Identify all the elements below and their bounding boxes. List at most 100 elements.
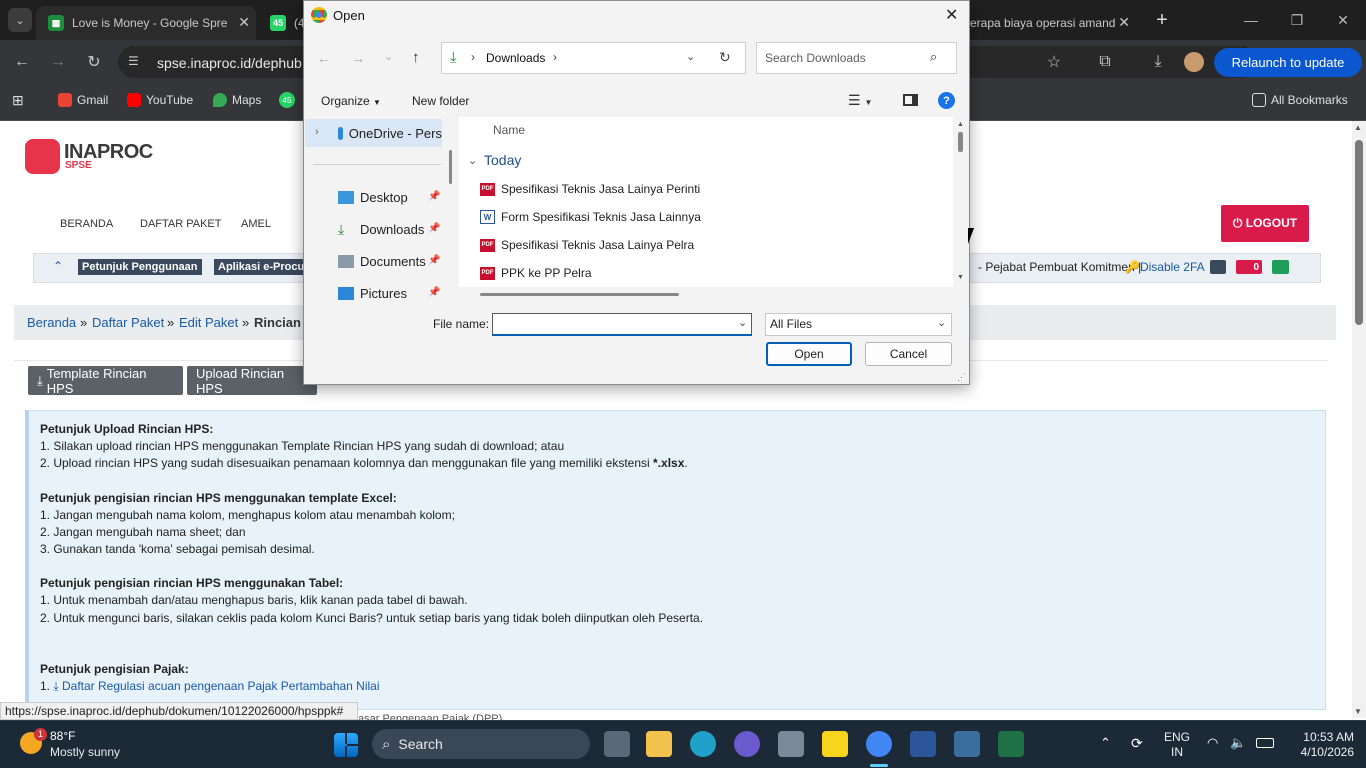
crumb-daftar-paket[interactable]: Daftar Paket xyxy=(92,315,164,330)
expand-chevron-icon[interactable]: › xyxy=(315,126,319,138)
dialog-back-icon[interactable]: ← xyxy=(317,50,331,66)
template-rincian-button[interactable]: ⤓ Template Rincian HPS xyxy=(28,366,183,396)
view-options-icon[interactable]: ☰ ▼ xyxy=(848,92,872,109)
copilot-icon[interactable] xyxy=(734,731,760,757)
path-segment[interactable]: Downloads xyxy=(486,51,545,65)
extensions-icon[interactable]: ⧉ xyxy=(1091,48,1119,76)
inbox-badge[interactable]: 0 xyxy=(1236,260,1262,274)
reload-icon[interactable]: ↻ xyxy=(80,48,108,76)
browser-tab[interactable]: ▦ Love is Money - Google Spre ✕ xyxy=(36,6,256,40)
nav-amel[interactable]: AMEL xyxy=(241,218,271,230)
tab-search-button[interactable]: ⌄ xyxy=(8,8,32,32)
file-type-dropdown-icon[interactable]: ⌄ xyxy=(937,316,946,329)
file-list-scrollbar[interactable] xyxy=(958,132,963,152)
nav-documents[interactable]: Documents xyxy=(338,254,426,269)
bookmark-maps[interactable]: Maps xyxy=(213,92,261,108)
recent-locations-icon[interactable]: ⌄ xyxy=(384,50,393,63)
chrome-taskbar-icon[interactable] xyxy=(866,731,892,757)
maximize-button[interactable]: ❐ xyxy=(1274,0,1320,40)
all-bookmarks[interactable]: All Bookmarks xyxy=(1252,92,1348,108)
file-item[interactable]: W Form Spesifikasi Teknis Jasa Lainnya xyxy=(480,210,701,224)
sticky-notes-icon[interactable] xyxy=(822,731,848,757)
preview-pane-icon[interactable] xyxy=(903,94,918,106)
weather-widget[interactable]: 1 88°F Mostly sunny xyxy=(20,728,150,762)
resize-grip-icon[interactable]: ⋰ xyxy=(957,372,966,383)
file-type-select[interactable]: All Files xyxy=(765,313,952,336)
nav-pane-scrollbar[interactable] xyxy=(449,150,452,184)
clock[interactable]: 10:53 AM 4/10/2026 xyxy=(1284,730,1354,760)
nav-onedrive[interactable]: OneDrive - Pers xyxy=(338,126,442,141)
money-icon[interactable] xyxy=(1272,260,1289,274)
nav-beranda[interactable]: BERANDA xyxy=(60,218,113,230)
group-collapse-icon[interactable]: ⌄ xyxy=(468,154,477,167)
site-info-icon[interactable]: ☰ xyxy=(128,54,144,70)
mail-icon[interactable] xyxy=(1210,260,1226,274)
file-name-input[interactable] xyxy=(492,313,752,336)
bookmark-whatsapp[interactable]: 45 xyxy=(279,92,300,108)
profile-avatar[interactable] xyxy=(1184,52,1204,72)
taskbar-search[interactable]: ⌕ Search xyxy=(372,729,590,759)
calculator-icon[interactable] xyxy=(954,731,980,757)
upload-rincian-button[interactable]: Upload Rincian HPS xyxy=(187,366,317,396)
crumb-beranda[interactable]: Beranda xyxy=(27,315,76,330)
nav-daftar-paket[interactable]: DAFTAR PAKET xyxy=(140,218,222,230)
nav-desktop[interactable]: Desktop xyxy=(338,190,408,205)
dialog-forward-icon[interactable]: → xyxy=(351,50,365,66)
browser-tab[interactable]: 45 (4 xyxy=(262,6,304,40)
sync-icon[interactable]: ⟳ xyxy=(1131,735,1143,752)
volume-icon[interactable]: 🔈 xyxy=(1230,735,1246,751)
tray-chevron-icon[interactable]: ⌃ xyxy=(1100,735,1111,751)
file-name-dropdown-icon[interactable]: ⌄ xyxy=(738,316,747,329)
scroll-up-arrow[interactable]: ▲ xyxy=(1354,123,1362,132)
file-item[interactable]: PDF Spesifikasi Teknis Jasa Lainya Perint… xyxy=(480,182,700,196)
file-item[interactable]: PDF PPK ke PP Pelra xyxy=(480,266,592,280)
column-header-name[interactable]: Name xyxy=(493,123,525,137)
bookmark-youtube[interactable]: YouTube xyxy=(127,92,193,108)
refresh-icon[interactable]: ↻ xyxy=(719,49,731,66)
excel-icon[interactable] xyxy=(998,731,1024,757)
nav-downloads[interactable]: ⤓ Downloads xyxy=(338,222,424,237)
organize-button[interactable]: Organize ▼ xyxy=(321,94,381,108)
close-tab-icon[interactable]: ✕ xyxy=(238,14,250,31)
apps-icon[interactable]: ⊞ xyxy=(12,92,28,108)
search-icon[interactable]: ⌕ xyxy=(930,49,937,65)
aplikasi-chip[interactable]: Aplikasi e-Procure xyxy=(214,259,304,275)
battery-icon[interactable] xyxy=(1256,738,1274,748)
minimize-button[interactable]: — xyxy=(1228,0,1274,40)
collapse-chevron-icon[interactable]: ⌃ xyxy=(53,259,63,273)
help-icon[interactable]: ? xyxy=(938,92,955,109)
camera-icon[interactable] xyxy=(778,731,804,757)
forward-icon[interactable]: → xyxy=(44,48,72,76)
open-button[interactable]: Open xyxy=(766,342,852,366)
new-folder-button[interactable]: New folder xyxy=(412,94,469,108)
word-icon[interactable] xyxy=(910,731,936,757)
new-tab-button[interactable]: + xyxy=(1150,8,1174,32)
bookmark-gmail[interactable]: Gmail xyxy=(58,92,108,108)
crumb-edit-paket[interactable]: Edit Paket xyxy=(179,315,238,330)
cancel-button[interactable]: Cancel xyxy=(865,342,952,366)
window-close-button[interactable]: ✕ xyxy=(1320,0,1366,40)
language-indicator[interactable]: ENG IN xyxy=(1160,730,1194,760)
back-icon[interactable]: ← xyxy=(8,48,36,76)
scroll-up-arrow[interactable]: ▲ xyxy=(957,121,964,128)
nav-pictures[interactable]: Pictures xyxy=(338,286,407,301)
file-list-hscroll[interactable] xyxy=(480,293,679,296)
wifi-icon[interactable]: ◠ xyxy=(1207,735,1218,751)
dialog-close-icon[interactable]: ✕ xyxy=(945,5,958,25)
logout-button[interactable]: ⏻ LOGOUT xyxy=(1221,205,1309,242)
bookmark-star-icon[interactable]: ☆ xyxy=(1040,48,1068,76)
path-dropdown-icon[interactable]: ⌄ xyxy=(686,50,695,63)
petunjuk-chip[interactable]: Petunjuk Penggunaan xyxy=(78,259,202,275)
scroll-down-arrow[interactable]: ▼ xyxy=(957,274,964,281)
task-view-icon[interactable] xyxy=(604,731,630,757)
scroll-down-arrow[interactable]: ▼ xyxy=(1354,707,1362,716)
relaunch-button[interactable]: Relaunch to update xyxy=(1214,48,1362,77)
close-tab-icon[interactable]: ✕ xyxy=(1118,14,1130,31)
file-explorer-icon[interactable] xyxy=(646,731,672,757)
page-scroll-thumb[interactable] xyxy=(1355,140,1363,325)
downloads-icon[interactable]: ⤓ xyxy=(1144,48,1172,76)
browser-tab[interactable]: erapa biaya operasi amand ✕ xyxy=(970,6,1138,40)
regulasi-link[interactable]: Daftar Regulasi acuan pengenaan Pajak Pe… xyxy=(62,679,380,693)
disable-2fa-link[interactable]: 🔑Disable 2FA xyxy=(1125,260,1205,274)
edge-icon[interactable] xyxy=(690,731,716,757)
